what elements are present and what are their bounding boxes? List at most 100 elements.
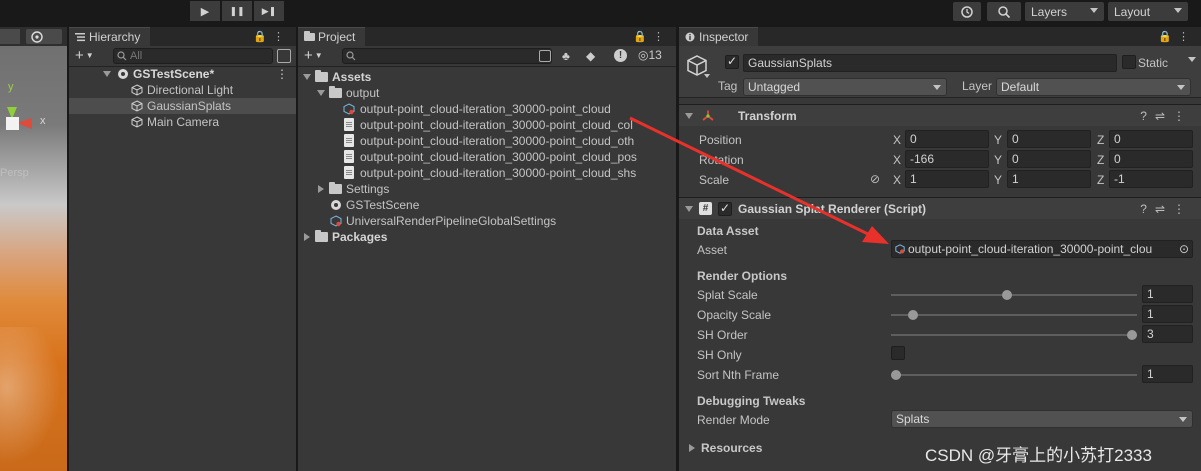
lock-icon[interactable]: 🔒 [1158, 31, 1178, 43]
active-checkbox[interactable] [725, 54, 739, 69]
expand-arrow-icon[interactable] [303, 74, 311, 80]
collapse-arrow-icon[interactable] [304, 233, 310, 241]
rotation-x-field[interactable]: -166 [905, 150, 989, 168]
preset-icon[interactable]: ⇌ [1155, 109, 1173, 123]
asset-row-urp[interactable]: UniversalRenderPipelineGlobalSettings [298, 213, 676, 229]
expand-arrow-icon[interactable] [685, 206, 693, 212]
history-button[interactable] [953, 2, 981, 21]
more-icon[interactable]: ⋮ [1173, 109, 1193, 123]
opacity-scale-field[interactable]: 1 [1142, 305, 1193, 323]
rotation-y-field[interactable]: 0 [1007, 150, 1091, 168]
object-name-field[interactable]: GaussianSplats [743, 54, 1117, 72]
preset-icon[interactable]: ⇌ [1155, 202, 1173, 216]
component-enabled-checkbox[interactable] [718, 201, 732, 216]
filter-type-icon[interactable]: ♣ [562, 49, 570, 63]
sort-nth-frame-field[interactable]: 1 [1142, 365, 1193, 383]
project-search-input[interactable] [342, 48, 552, 64]
help-icon[interactable]: ? [1140, 202, 1155, 216]
object-picker-icon[interactable]: ⊙ [1178, 241, 1189, 257]
gizmo-dropdown[interactable] [26, 29, 62, 44]
tab-hierarchy[interactable]: Hierarchy [69, 27, 151, 46]
scale-y-field[interactable]: 1 [1007, 170, 1091, 188]
scene-row[interactable]: GSTestScene* ⋮ [69, 66, 296, 82]
asset-object-field[interactable]: output-point_cloud-iteration_30000-point… [891, 240, 1193, 258]
slider-knob[interactable] [891, 370, 901, 380]
opacity-scale-slider[interactable] [891, 310, 1137, 320]
hidden-packages-toggle[interactable]: ◎13 [638, 48, 662, 62]
sh-order-field[interactable]: 3 [1142, 325, 1193, 343]
slider-knob[interactable] [907, 310, 918, 320]
splat-scale-slider[interactable] [891, 290, 1137, 300]
more-icon[interactable]: ⋮ [1173, 202, 1193, 216]
folder-row-assets[interactable]: Assets [298, 69, 676, 85]
lock-icon[interactable]: 🔒 [633, 31, 653, 43]
renderer-header[interactable]: # Gaussian Splat Renderer (Script) ?⇌⋮ [679, 197, 1201, 219]
add-button[interactable]: + ▼ [75, 47, 94, 65]
tag-dropdown[interactable]: Untagged [743, 78, 947, 96]
lock-icon[interactable]: 🔒 [253, 31, 273, 43]
tab-inspector[interactable]: Inspector [679, 27, 759, 46]
scale-x-field[interactable]: 1 [905, 170, 989, 188]
layout-dropdown[interactable]: Layout [1108, 2, 1188, 21]
asset-row[interactable]: output-point_cloud-iteration_30000-point… [298, 149, 676, 165]
pause-button[interactable]: ❚❚ [222, 1, 252, 21]
sh-only-checkbox[interactable] [891, 346, 905, 360]
rotation-z-field[interactable]: 0 [1109, 150, 1193, 168]
scene-tool-button[interactable] [0, 29, 20, 44]
cube-icon [131, 100, 143, 112]
asset-row[interactable]: output-point_cloud-iteration_30000-point… [298, 133, 676, 149]
step-button[interactable]: ▶❚ [254, 1, 284, 21]
scale-z-field[interactable]: -1 [1109, 170, 1193, 188]
hierarchy-item-main-camera[interactable]: Main Camera [69, 114, 296, 130]
help-icon[interactable]: ? [1140, 109, 1155, 123]
expand-arrow-icon[interactable] [103, 71, 111, 77]
play-button[interactable]: ▶ [190, 1, 220, 21]
hierarchy-item-directional-light[interactable]: Directional Light [69, 82, 296, 98]
collapse-arrow-icon[interactable] [318, 185, 324, 193]
warning-filter-icon[interactable]: ! [614, 49, 627, 62]
perspective-label[interactable]: Persp [0, 167, 29, 179]
link-icon[interactable]: ⊘ [870, 172, 880, 186]
search-scope-icon[interactable] [539, 50, 551, 62]
more-icon[interactable]: ⋮ [653, 31, 670, 43]
chevron-down-icon[interactable] [704, 74, 710, 78]
expand-arrow-icon[interactable] [317, 90, 325, 96]
asset-row[interactable]: output-point_cloud-iteration_30000-point… [298, 117, 676, 133]
position-y-field[interactable]: 0 [1007, 130, 1091, 148]
chevron-down-icon[interactable] [1188, 57, 1196, 62]
render-mode-label: Render Mode [697, 413, 770, 427]
sort-nth-frame-slider[interactable] [891, 370, 1137, 380]
slider-knob[interactable] [1127, 330, 1137, 340]
scene-search-icon[interactable] [277, 49, 291, 63]
more-icon[interactable]: ⋮ [273, 31, 290, 43]
position-x-field[interactable]: 0 [905, 130, 989, 148]
search-button[interactable] [987, 2, 1021, 21]
static-checkbox[interactable] [1122, 55, 1136, 69]
scene-view[interactable]: y x Persp [0, 27, 67, 471]
filter-label-icon[interactable]: ◆ [586, 49, 595, 63]
create-button[interactable]: + ▼ [304, 47, 323, 65]
asset-row-scene[interactable]: GSTestScene [298, 197, 676, 213]
splat-scale-field[interactable]: 1 [1142, 285, 1193, 303]
hierarchy-item-gaussiansplats[interactable]: GaussianSplats [69, 98, 296, 114]
asset-row[interactable]: output-point_cloud-iteration_30000-point… [298, 165, 676, 181]
layer-dropdown[interactable]: Default [996, 78, 1191, 96]
expand-arrow-icon[interactable] [685, 113, 693, 119]
asset-label: output-point_cloud-iteration_30000-point… [360, 118, 633, 132]
collapse-arrow-icon[interactable] [689, 444, 695, 452]
render-mode-dropdown[interactable]: Splats [891, 410, 1193, 428]
slider-knob[interactable] [1001, 290, 1012, 300]
item-label: Main Camera [147, 115, 220, 129]
hierarchy-search-input[interactable]: All [113, 48, 273, 64]
more-icon[interactable]: ⋮ [276, 66, 288, 82]
transform-header[interactable]: Transform ?⇌⋮ [679, 104, 1201, 126]
folder-row-output[interactable]: output [298, 85, 676, 101]
layers-dropdown[interactable]: Layers [1025, 2, 1104, 21]
folder-row-packages[interactable]: Packages [298, 229, 676, 245]
folder-row-settings[interactable]: Settings [298, 181, 676, 197]
more-icon[interactable]: ⋮ [1178, 31, 1195, 43]
position-z-field[interactable]: 0 [1109, 130, 1193, 148]
tab-project[interactable]: Project [298, 27, 366, 46]
asset-row[interactable]: output-point_cloud-iteration_30000-point… [298, 101, 676, 117]
sh-order-slider[interactable] [891, 330, 1137, 340]
